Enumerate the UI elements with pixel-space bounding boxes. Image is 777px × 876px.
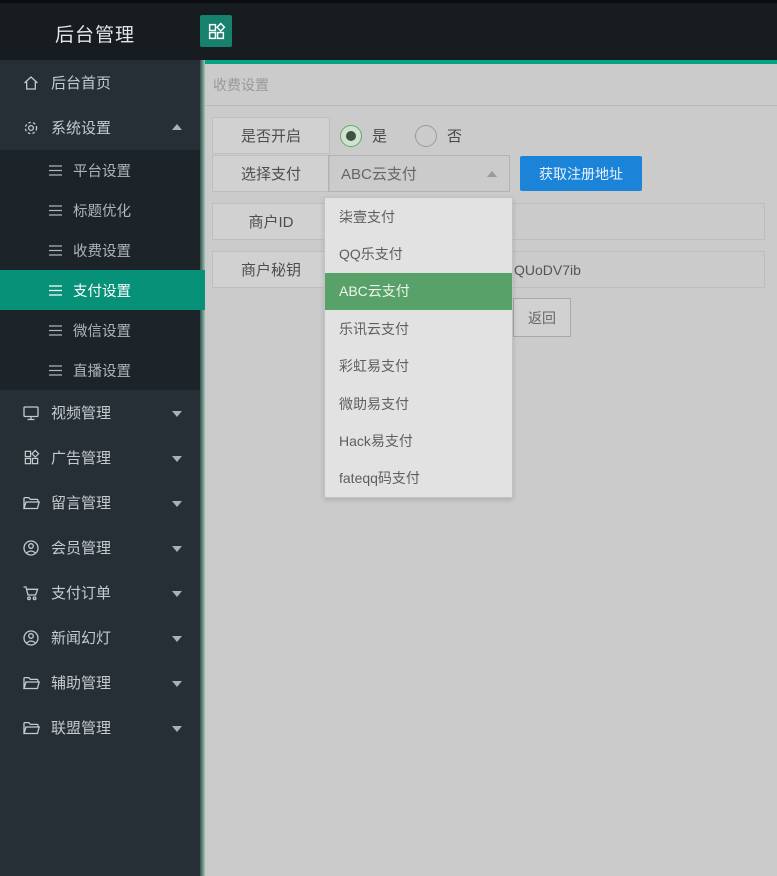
monitor-icon (22, 404, 40, 422)
sidebar-subitem-label: 微信设置 (73, 323, 131, 340)
back-button[interactable]: 返回 (513, 298, 571, 337)
sidebar-item-news-slides[interactable]: 新闻幻灯 (0, 615, 200, 660)
merchant-key-value: QUoDV7ib (514, 261, 581, 278)
content-panel: 收费设置 是否开启 是 否 选择支付 ABC云支付 获取注册地址 商户ID 商户… (205, 60, 777, 876)
dropdown-option-qiyi[interactable]: 柒壹支付 (325, 198, 512, 235)
radio-no[interactable] (415, 124, 438, 147)
user-circle-icon (22, 539, 40, 557)
sidebar: 后台首页 系统设置 平台设置 标题优化 收费设置 支付设置 微信设置 直播设置 … (0, 60, 205, 876)
sidebar-subitem-wechat-settings[interactable]: 微信设置 (0, 310, 200, 350)
chevron-down-icon (172, 590, 182, 597)
radio-yes[interactable] (340, 124, 362, 147)
sidebar-subitem-label: 收费设置 (73, 243, 131, 260)
sidebar-subitem-label: 支付设置 (73, 283, 131, 300)
gear-icon (22, 119, 40, 137)
menu-lines-icon (48, 284, 63, 297)
menu-lines-icon (48, 244, 63, 257)
sidebar-subitem-label: 平台设置 (73, 163, 131, 180)
dropdown-option-hackyi[interactable]: Hack易支付 (325, 422, 512, 459)
chevron-down-icon (172, 725, 182, 732)
sidebar-item-label: 后台首页 (51, 75, 112, 92)
sidebar-item-label: 会员管理 (51, 540, 112, 557)
sidebar-item-ad-management[interactable]: 广告管理 (0, 435, 200, 480)
dropdown-option-weizhuyi[interactable]: 微助易支付 (325, 385, 512, 422)
sidebar-item-label: 辅助管理 (51, 675, 112, 692)
merchant-key-label-cell: 商户秘钥 (212, 251, 330, 288)
menu-lines-icon (48, 324, 63, 337)
sidebar-subitem-payment-settings[interactable]: 支付设置 (0, 270, 205, 310)
home-icon (22, 74, 40, 92)
chevron-down-icon (172, 635, 182, 642)
sidebar-item-label: 新闻幻灯 (51, 630, 112, 647)
sidebar-item-payment-orders[interactable]: 支付订单 (0, 570, 200, 615)
breadcrumb-bar: 收费设置 (205, 64, 777, 106)
dropdown-option-fateqq[interactable]: fateqq码支付 (325, 460, 512, 497)
sidebar-item-system-settings[interactable]: 系统设置 (0, 105, 200, 150)
breadcrumb: 收费设置 (213, 77, 269, 93)
apps-button[interactable] (200, 15, 232, 47)
sidebar-item-message-management[interactable]: 留言管理 (0, 480, 200, 525)
merchant-key-label: 商户秘钥 (240, 262, 301, 279)
sidebar-item-label: 联盟管理 (51, 720, 112, 737)
radio-no-label: 否 (447, 128, 463, 145)
chevron-down-icon (172, 410, 182, 417)
dropdown-option-lexunyun[interactable]: 乐讯云支付 (325, 310, 512, 347)
system-settings-submenu: 平台设置 标题优化 收费设置 支付设置 微信设置 直播设置 (0, 150, 205, 390)
folder-icon (22, 719, 40, 737)
sidebar-subitem-live-settings[interactable]: 直播设置 (0, 350, 200, 390)
enable-radio-group: 是 否 (340, 117, 490, 154)
pay-select-label-cell: 选择支付 (212, 155, 330, 192)
sidebar-item-label: 广告管理 (51, 450, 112, 467)
chevron-up-icon (487, 170, 497, 177)
chevron-down-icon (172, 455, 182, 462)
folder-icon (22, 674, 40, 692)
sidebar-subitem-fee-settings[interactable]: 收费设置 (0, 230, 200, 270)
chevron-up-icon (172, 123, 182, 130)
sidebar-item-label: 视频管理 (51, 405, 112, 422)
app-header: 后台管理 (0, 3, 777, 60)
sidebar-item-label: 系统设置 (51, 120, 112, 137)
enable-label: 是否开启 (240, 128, 301, 145)
folder-icon (22, 494, 40, 512)
app-title: 后台管理 (55, 25, 136, 46)
sidebar-item-home[interactable]: 后台首页 (0, 60, 200, 105)
sidebar-subitem-label: 标题优化 (73, 203, 131, 220)
dropdown-option-abcyun[interactable]: ABC云支付 (325, 272, 512, 311)
pay-select-label: 选择支付 (240, 166, 301, 183)
chevron-down-icon (172, 500, 182, 507)
get-register-url-button[interactable]: 获取注册地址 (520, 156, 642, 191)
merchant-id-label: 商户ID (248, 214, 294, 231)
sidebar-menu: 后台首页 系统设置 平台设置 标题优化 收费设置 支付设置 微信设置 直播设置 … (0, 60, 205, 750)
dropdown-option-caihongyi[interactable]: 彩虹易支付 (325, 348, 512, 385)
radio-yes-label: 是 (372, 128, 388, 145)
merchant-id-label-cell: 商户ID (212, 203, 330, 240)
user-circle-icon (22, 629, 40, 647)
sidebar-subitem-label: 直播设置 (73, 363, 131, 380)
menu-lines-icon (48, 364, 63, 377)
cart-icon (22, 584, 40, 602)
apps-grid-icon (22, 449, 40, 467)
menu-lines-icon (48, 204, 63, 217)
enable-label-cell: 是否开启 (212, 117, 330, 154)
menu-lines-icon (48, 164, 63, 177)
sidebar-item-alliance-management[interactable]: 联盟管理 (0, 705, 200, 750)
sidebar-item-auxiliary-management[interactable]: 辅助管理 (0, 660, 200, 705)
sidebar-subitem-platform-settings[interactable]: 平台设置 (0, 150, 200, 190)
chevron-down-icon (172, 545, 182, 552)
sidebar-item-label: 支付订单 (51, 585, 112, 602)
dropdown-option-qqle[interactable]: QQ乐支付 (325, 235, 512, 272)
sidebar-item-label: 留言管理 (51, 495, 112, 512)
sidebar-item-member-management[interactable]: 会员管理 (0, 525, 200, 570)
pay-select-value: ABC云支付 (341, 166, 417, 183)
chevron-down-icon (172, 680, 182, 687)
sidebar-subitem-title-seo[interactable]: 标题优化 (0, 190, 200, 230)
sidebar-item-video-management[interactable]: 视频管理 (0, 390, 200, 435)
pay-select[interactable]: ABC云支付 (328, 155, 510, 192)
apps-grid-icon (207, 22, 226, 41)
pay-select-dropdown: 柒壹支付 QQ乐支付 ABC云支付 乐讯云支付 彩虹易支付 微助易支付 Hack… (324, 197, 513, 498)
